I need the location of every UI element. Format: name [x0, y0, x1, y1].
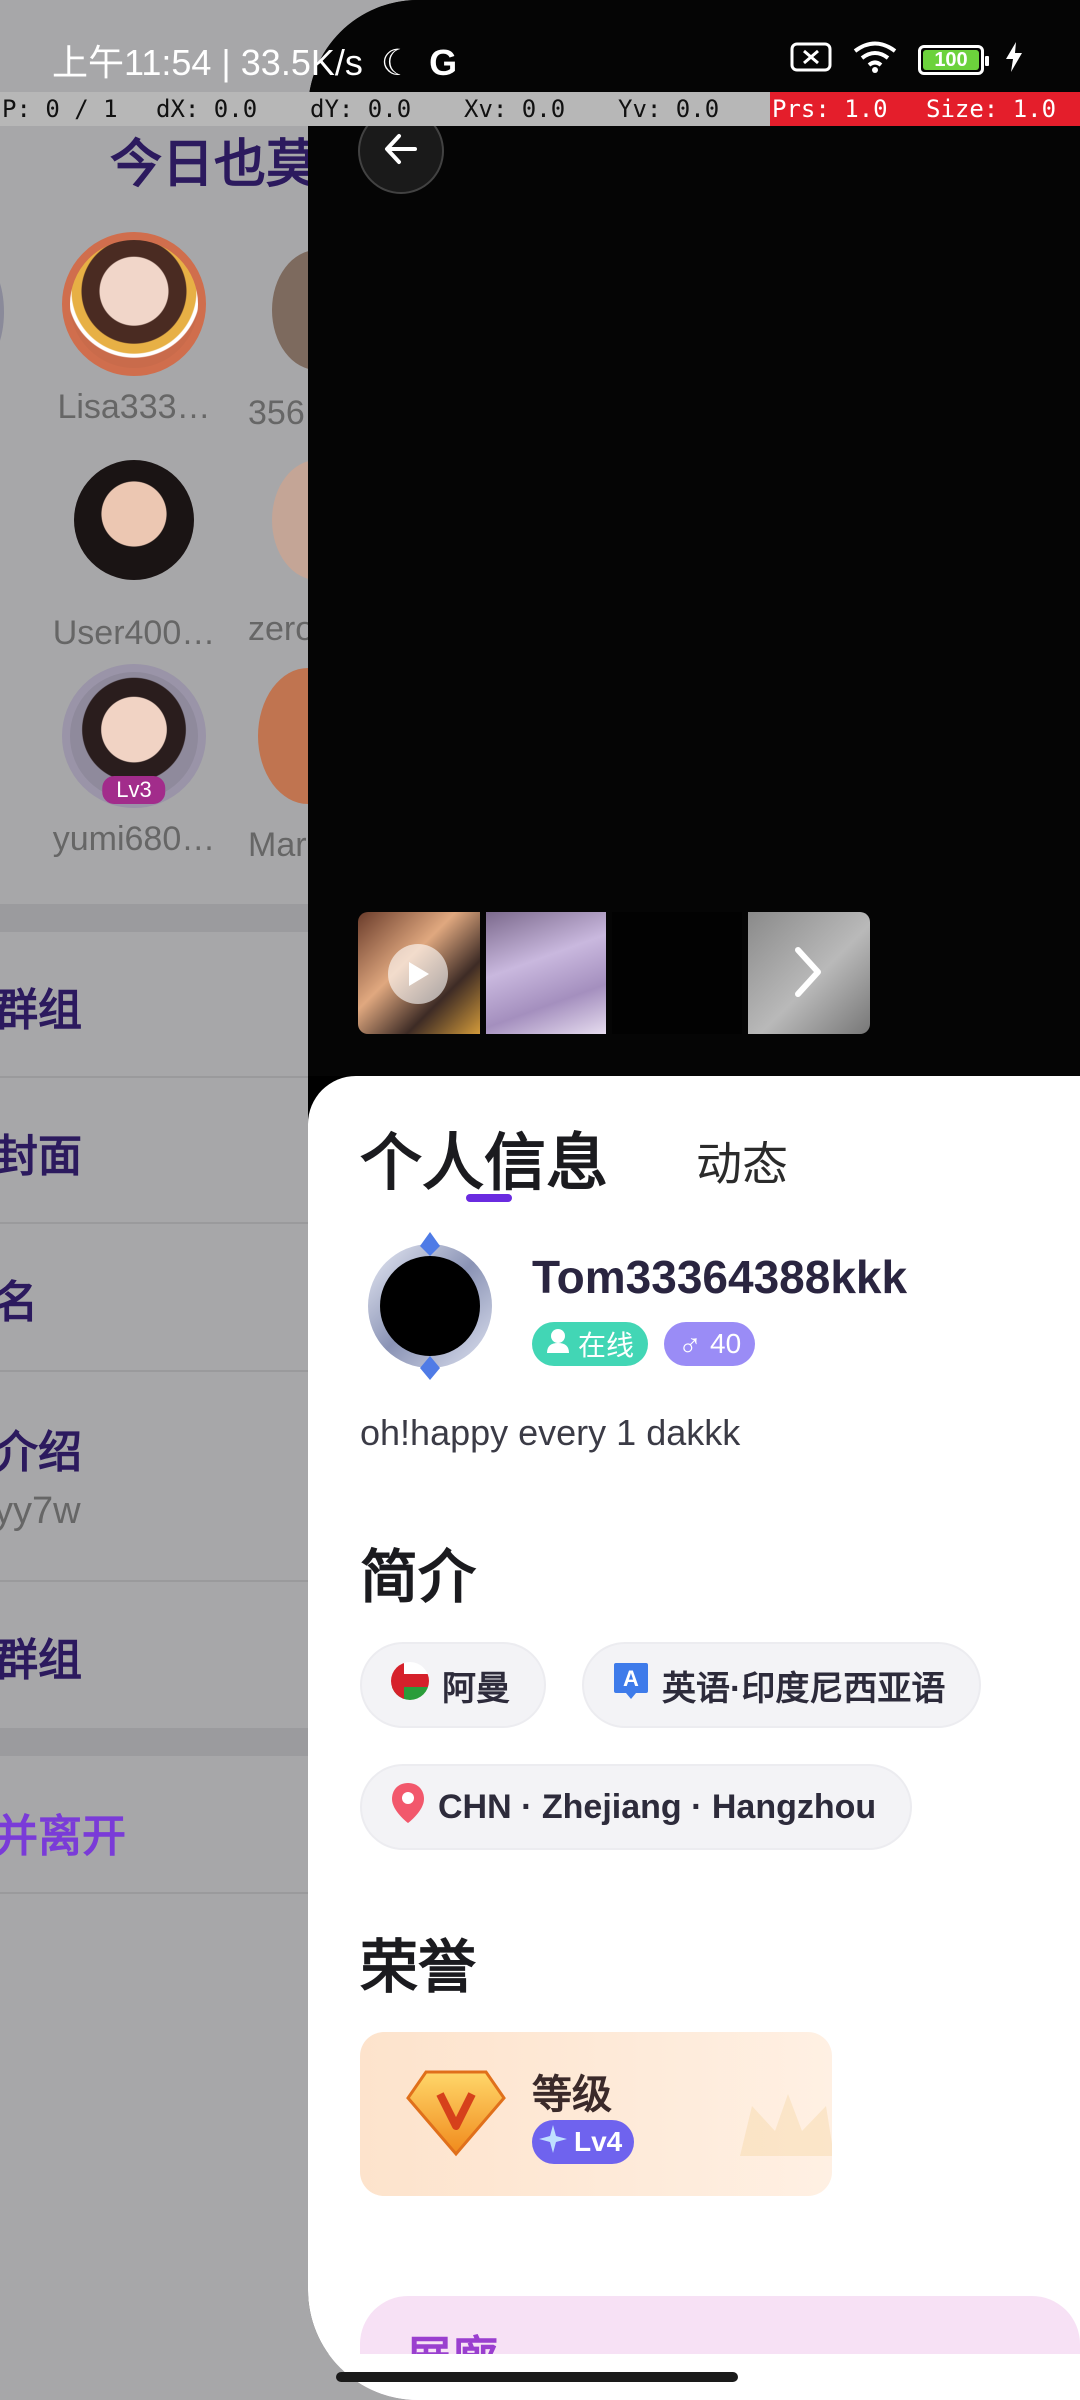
settings-row-cover[interactable]: 封面: [0, 1078, 320, 1224]
pointer-location-overlay: P: 0 / 1 dX: 0.0 dY: 0.0 Xv: 0.0 Yv: 0.0…: [0, 92, 1080, 126]
avatar: [74, 460, 194, 580]
wifi-icon: [852, 40, 898, 79]
honor-title: 荣誉: [360, 1935, 477, 2000]
pointer-size: Size: 1.0: [924, 92, 1080, 126]
media-thumbnails: [358, 912, 870, 1034]
location: CHN · Zhejiang · Hangzhou: [438, 1787, 877, 1826]
settings-row-group-2[interactable]: 群组: [0, 1582, 320, 1728]
pointer-dx: dX: 0.0: [154, 92, 308, 126]
intro-title: 简介: [360, 1545, 477, 1610]
chevron-right-icon: [786, 942, 830, 1007]
moon-icon: ☾: [380, 42, 414, 83]
person-icon: [546, 1328, 570, 1361]
tab-profile-info[interactable]: 个人信息: [360, 1112, 608, 1202]
member-item[interactable]: User400…: [34, 460, 234, 653]
level-badge: Lv3: [102, 776, 166, 804]
language-icon: A: [612, 1661, 650, 1710]
status-bar: 上午11:54 | 33.5K/s ☾ G 100: [0, 0, 1080, 92]
section-divider: [0, 1728, 320, 1756]
thumbnail-video[interactable]: [358, 912, 480, 1034]
member-name: yumi680…: [52, 820, 216, 858]
profile-drawer: 个人信息 动态 Tom33364388kkk 在线 ♂ 40 oh!happy …: [308, 0, 1080, 2400]
country-name: 阿曼: [442, 1669, 510, 1708]
level-card[interactable]: 等级 Lv4: [360, 2032, 832, 2196]
status-icons: 100: [790, 40, 1024, 79]
oman-flag-icon: [390, 1661, 430, 1710]
svg-text:A: A: [623, 1666, 639, 1691]
partial-member-name: zero: [248, 610, 315, 648]
level-pill: Lv4: [532, 2120, 635, 2164]
settings-row-group[interactable]: 群组: [0, 932, 320, 1078]
media-viewer[interactable]: [308, 0, 1080, 1076]
row-label: 名: [0, 1278, 38, 1327]
pointer-yv: Yv: 0.0: [616, 92, 770, 126]
settings-row-intro[interactable]: 介绍 yy7w: [0, 1372, 320, 1582]
arrow-left-icon: [379, 127, 423, 176]
username: Tom33364388kkk: [532, 1251, 908, 1303]
sparkle-icon: [538, 2124, 568, 2161]
charging-icon: [1004, 41, 1024, 78]
partial-member-name: Mar: [248, 826, 307, 864]
member-name: Lisa333…: [57, 388, 211, 426]
profile-header: Tom33364388kkk 在线 ♂ 40: [360, 1230, 1060, 1390]
home-indicator[interactable]: [336, 2372, 738, 2382]
male-icon: ♂: [678, 1325, 703, 1362]
active-tab-indicator: [466, 1194, 512, 1202]
member-name: User400…: [52, 614, 216, 652]
avatar-frame[interactable]: [360, 1230, 500, 1382]
time-network-speed: 上午11:54 | 33.5K/s: [52, 42, 363, 83]
country-chip: 阿曼: [360, 1642, 546, 1728]
group-title: 今日也莫: [110, 136, 319, 194]
avatar: Lv3: [62, 664, 206, 808]
member-item[interactable]: Lv3 yumi680…: [34, 664, 234, 859]
gender-age-badge: ♂ 40: [664, 1322, 756, 1366]
sim-off-icon: [790, 41, 832, 78]
level-label: 等级: [532, 2073, 612, 2117]
location-pin-icon: [390, 1781, 426, 1834]
google-icon: G: [429, 42, 458, 83]
partial-avatar-left-1: [0, 262, 4, 362]
profile-tabs: 个人信息 动态: [360, 1112, 788, 1202]
pointer-count: P: 0 / 1: [0, 92, 154, 126]
level-value: Lv4: [574, 2126, 623, 2157]
thumbnail-photo[interactable]: [486, 912, 606, 1034]
row-label: 群组: [0, 1636, 82, 1685]
pointer-dy: dY: 0.0: [308, 92, 462, 126]
member-item[interactable]: Lisa333…: [34, 232, 234, 427]
pointer-xv: Xv: 0.0: [462, 92, 616, 126]
battery-icon: 100: [918, 44, 989, 75]
play-icon: [388, 944, 448, 1004]
leave-group-button[interactable]: 并离开: [0, 1800, 126, 1864]
online-badge: 在线: [532, 1322, 649, 1366]
status-time: 上午11:54 | 33.5K/s ☾ G: [52, 34, 457, 86]
thumbnail-photo[interactable]: [612, 912, 742, 1034]
row-label: 封面: [0, 1132, 82, 1181]
crown-watermark-icon: [730, 2076, 832, 2191]
settings-row-name[interactable]: 名: [0, 1224, 320, 1372]
location-chip: CHN · Zhejiang · Hangzhou: [360, 1764, 913, 1850]
bio: oh!happy every 1 dakkk: [360, 1412, 741, 1453]
thumbnail-more[interactable]: [748, 912, 870, 1034]
languages: 英语·印度尼西亚语: [662, 1669, 946, 1708]
battery-level: 100: [923, 49, 979, 70]
avatar: [62, 232, 206, 376]
partial-member-name: 356: [248, 394, 305, 432]
pointer-pressure: Prs: 1.0: [770, 92, 924, 126]
online-status: 在线: [578, 1330, 635, 1361]
row-label: 群组: [0, 986, 82, 1035]
row-value: yy7w: [0, 1490, 81, 1532]
row-label: 介绍: [0, 1428, 82, 1477]
user-badges: 在线 ♂ 40: [532, 1322, 756, 1366]
profile-sheet: 个人信息 动态 Tom33364388kkk 在线 ♂ 40 oh!happy …: [308, 1076, 1080, 2400]
age: 40: [710, 1328, 742, 1359]
section-divider: [0, 904, 320, 932]
v-diamond-icon: [404, 2068, 508, 2163]
divider: [0, 1892, 320, 1894]
tab-moments[interactable]: 动态: [696, 1128, 788, 1202]
language-chip: A 英语·印度尼西亚语: [582, 1642, 982, 1728]
